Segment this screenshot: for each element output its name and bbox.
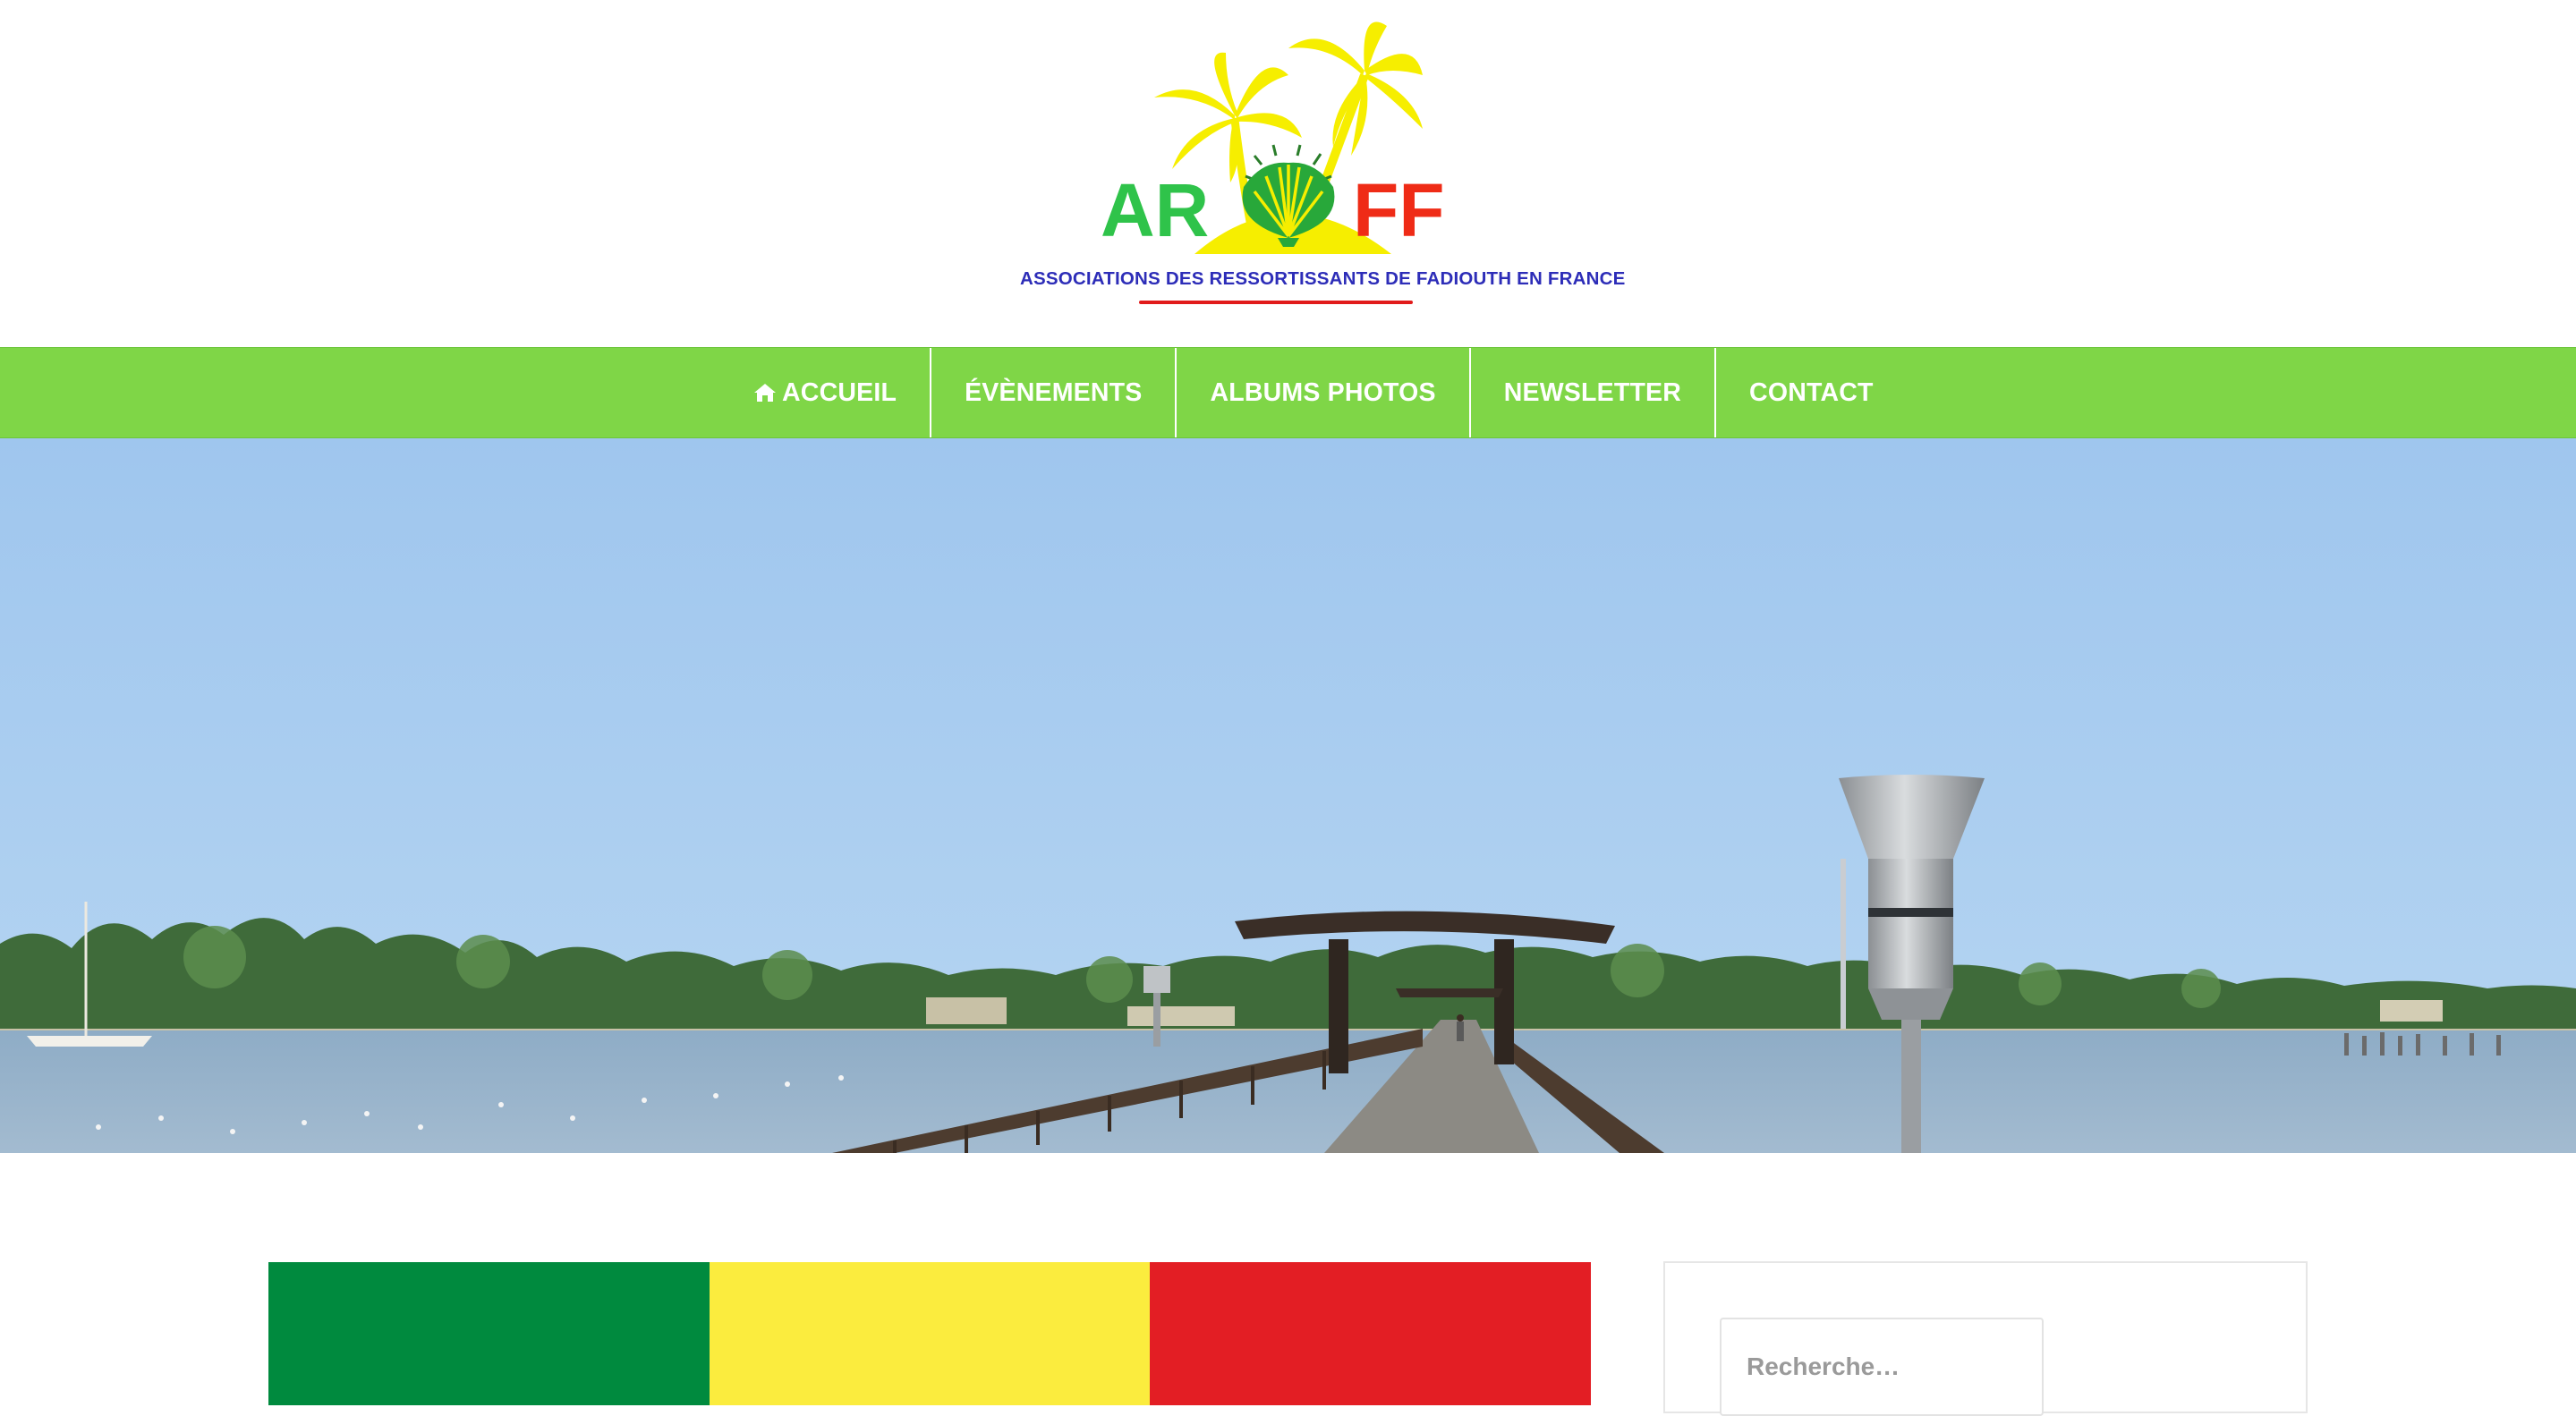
search-input[interactable] [1720, 1318, 2044, 1416]
nav-item-label: ÉVÈNEMENTS [965, 377, 1143, 407]
main-navigation: ACCUEIL ÉVÈNEMENTS ALBUMS PHOTOS NEWSLET… [0, 347, 2576, 438]
logo-tagline: ASSOCIATIONS DES RESSORTISSANTS DE FADIO… [1020, 268, 1626, 289]
nav-item-newsletter[interactable]: NEWSLETTER [1471, 348, 1717, 437]
sidebar-widget [1663, 1261, 2308, 1416]
nav-item-label: CONTACT [1749, 377, 1874, 407]
flag-image [268, 1262, 1592, 1405]
nav-item-accueil[interactable]: ACCUEIL [720, 348, 932, 437]
nav-item-albums-photos[interactable]: ALBUMS PHOTOS [1177, 348, 1471, 437]
site-header: AR FF ASSOCIATIONS DES RESSORTISSANTS DE… [0, 0, 2576, 347]
hero-banner-image [0, 438, 2576, 1153]
logo-underline [1139, 301, 1413, 304]
flag-band-red [1150, 1262, 1592, 1405]
site-logo[interactable]: AR FF ASSOCIATIONS DES RESSORTISSANTS DE… [1020, 13, 1626, 308]
logo-text-right: FF [1353, 168, 1445, 252]
home-icon [754, 384, 776, 402]
logo-text-left: AR [1101, 168, 1209, 252]
nav-item-label: ALBUMS PHOTOS [1210, 377, 1436, 407]
nav-item-label: ACCUEIL [782, 377, 897, 407]
nav-item-contact[interactable]: CONTACT [1716, 348, 1907, 437]
flag-band-green [268, 1262, 710, 1405]
nav-item-label: NEWSLETTER [1503, 377, 1682, 407]
nav-menu: ACCUEIL ÉVÈNEMENTS ALBUMS PHOTOS NEWSLET… [720, 348, 1907, 437]
hero-photo [0, 438, 2576, 1153]
flag-band-yellow [709, 1262, 1151, 1405]
logo-graphic: AR FF [1101, 21, 1445, 254]
nav-item-evenements[interactable]: ÉVÈNEMENTS [931, 348, 1177, 437]
